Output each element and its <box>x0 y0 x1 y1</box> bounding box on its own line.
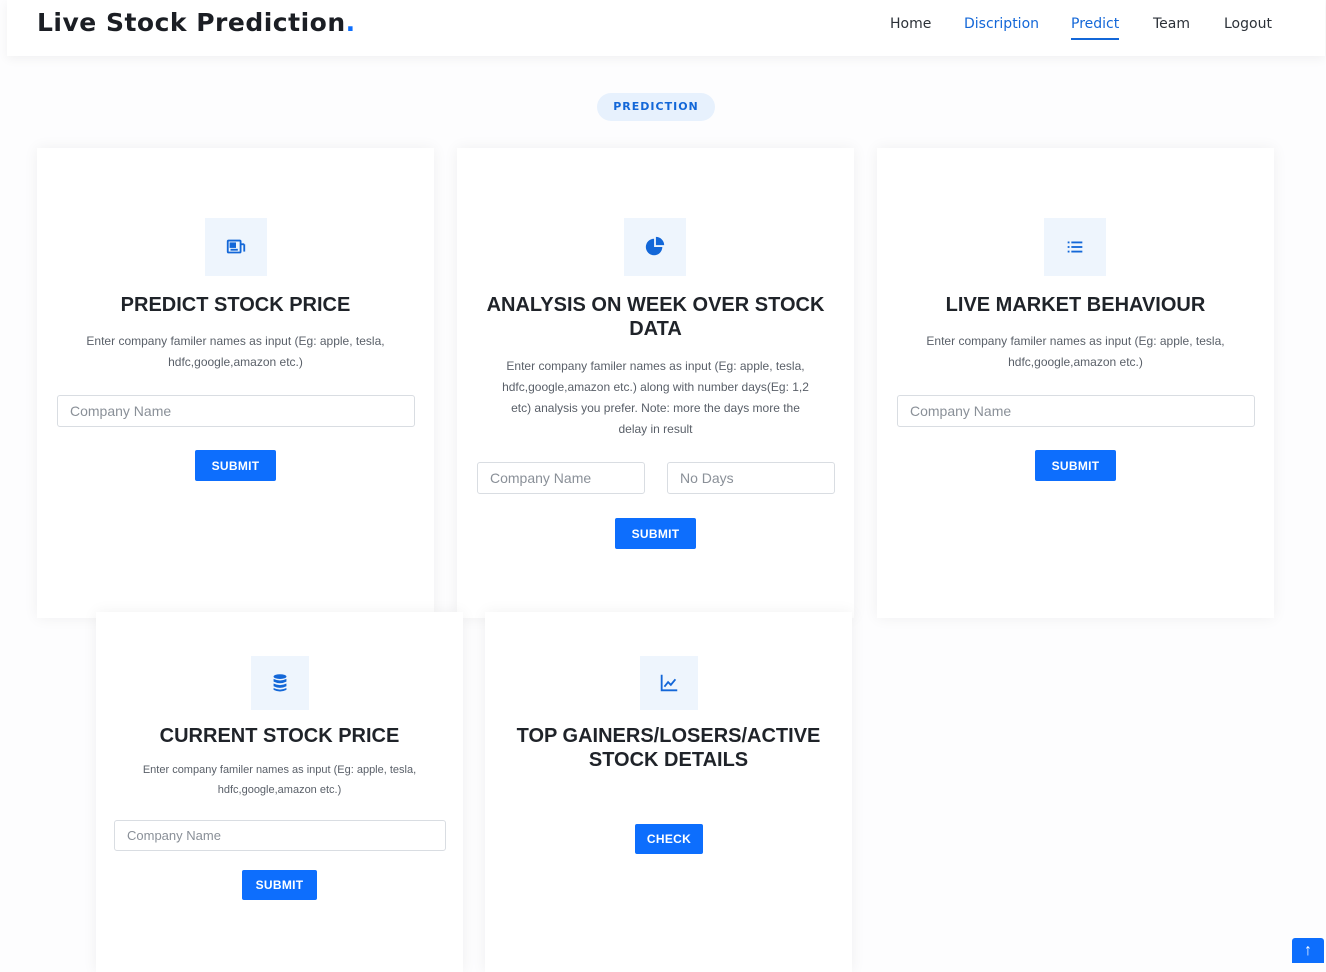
list-icon <box>1044 218 1106 276</box>
main-nav: Home Discription Predict Team Logout <box>7 16 1325 42</box>
desc-line: etc) analysis you prefer. Note: more the… <box>511 401 800 415</box>
title-line: TOP GAINERS/LOSERS/ACTIVE <box>516 725 821 747</box>
nav-logout[interactable]: Logout <box>1224 16 1272 38</box>
submit-button[interactable]: SUBMIT <box>1035 450 1116 481</box>
nav-discription[interactable]: Discription <box>964 16 1039 38</box>
desc-line: hdfc,google,amazon etc.) <box>217 784 342 796</box>
card-title: TOP GAINERS/LOSERS/ACTIVE STOCK DETAILS <box>485 724 852 772</box>
nav-team[interactable]: Team <box>1153 16 1190 38</box>
title-line: STOCK DETAILS <box>588 749 749 771</box>
company-name-input[interactable] <box>897 395 1255 427</box>
card-title: ANALYSIS ON WEEK OVER STOCK DATA <box>457 293 854 341</box>
desc-line: hdfc,google,amazon etc.) <box>1008 355 1143 369</box>
desc-line: Enter company familer names as input (Eg… <box>506 359 805 373</box>
scroll-top-button[interactable]: ↑ <box>1292 938 1324 963</box>
newspaper-icon <box>205 218 267 276</box>
pie-chart-icon <box>624 218 686 276</box>
company-name-input[interactable] <box>477 462 645 494</box>
site-header: Live Stock Prediction. Home Discription … <box>7 0 1325 56</box>
submit-button[interactable]: SUBMIT <box>242 870 317 900</box>
title-line: ANALYSIS ON WEEK OVER STOCK <box>486 294 825 316</box>
card-title: PREDICT STOCK PRICE <box>120 294 351 316</box>
live-market-card: LIVE MARKET BEHAVIOUR Enter company fami… <box>877 148 1274 618</box>
line-chart-icon <box>640 656 698 710</box>
submit-button[interactable]: SUBMIT <box>195 450 276 481</box>
section-title-pill: PREDICTION <box>597 93 715 121</box>
title-line: DATA <box>629 318 682 340</box>
card-title: CURRENT STOCK PRICE <box>159 725 400 747</box>
database-icon <box>251 656 309 710</box>
desc-line: hdfc,google,amazon etc.) along with numb… <box>502 380 809 394</box>
card-description: Enter company familer names as input (Eg… <box>96 760 463 800</box>
card-description: Enter company familer names as input (Eg… <box>37 331 434 373</box>
desc-line: Enter company familer names as input (Eg… <box>142 764 417 776</box>
card-description: Enter company familer names as input (Eg… <box>457 356 854 440</box>
desc-line: Enter company familer names as input (Eg… <box>926 334 1225 348</box>
desc-line: Enter company familer names as input (Eg… <box>86 334 385 348</box>
company-name-input[interactable] <box>114 820 446 851</box>
desc-line: hdfc,google,amazon etc.) <box>168 355 303 369</box>
desc-line: delay in result <box>618 422 693 436</box>
card-description: Enter company familer names as input (Eg… <box>877 331 1274 373</box>
check-button[interactable]: CHECK <box>635 824 703 854</box>
nav-home[interactable]: Home <box>890 16 931 38</box>
no-days-input[interactable] <box>667 462 835 494</box>
arrow-up-icon: ↑ <box>1304 942 1312 959</box>
analysis-card: ANALYSIS ON WEEK OVER STOCK DATA Enter c… <box>457 148 854 618</box>
nav-predict[interactable]: Predict <box>1071 16 1120 40</box>
card-title: LIVE MARKET BEHAVIOUR <box>945 294 1206 316</box>
current-stock-card: CURRENT STOCK PRICE Enter company famile… <box>96 612 463 972</box>
top-gainers-card: TOP GAINERS/LOSERS/ACTIVE STOCK DETAILS … <box>485 612 852 972</box>
predict-stock-card: PREDICT STOCK PRICE Enter company famile… <box>37 148 434 618</box>
submit-button[interactable]: SUBMIT <box>615 518 696 549</box>
company-name-input[interactable] <box>57 395 415 427</box>
